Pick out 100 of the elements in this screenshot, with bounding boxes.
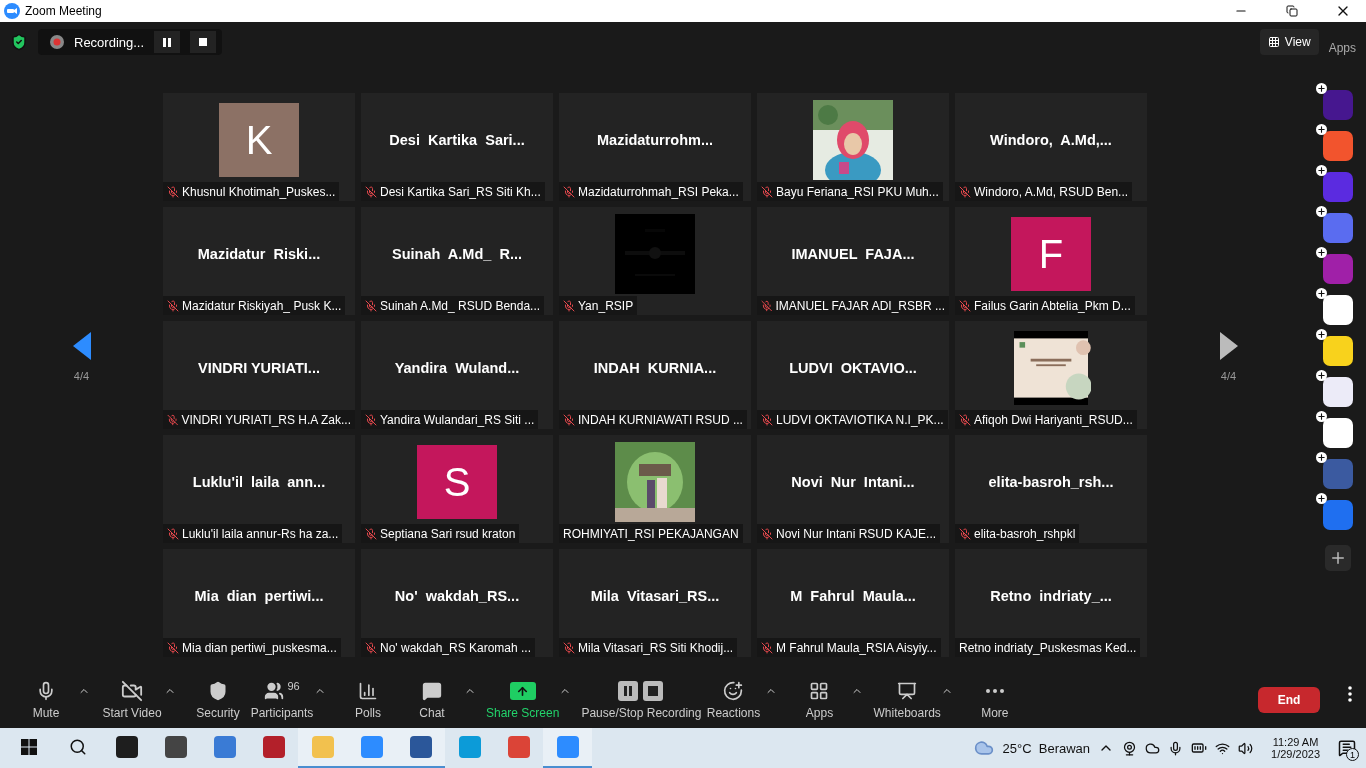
window-title: Zoom Meeting [25, 4, 103, 18]
bar-chart-icon [358, 681, 378, 701]
plus-icon [1329, 549, 1347, 567]
notifications-button[interactable]: 1 [1338, 739, 1356, 757]
chat-icon [422, 681, 442, 701]
cloud-sync-icon[interactable] [1145, 740, 1161, 756]
participant-label: LUDVI OKTAVIOTIKA N.I_PK... [776, 412, 944, 427]
restore-icon [1286, 5, 1298, 17]
toolbar-button[interactable]: Start Video [100, 680, 164, 720]
add-badge-icon[interactable] [1316, 83, 1327, 94]
options-icon[interactable] [1348, 686, 1352, 702]
notification-count: 1 [1346, 748, 1359, 761]
search-icon [68, 738, 87, 756]
apps-label: Apps [1328, 41, 1356, 55]
app-icon [213, 736, 236, 758]
stop-icon [199, 38, 208, 46]
participant-label: Luklu'il laila annur-Rs ha za... [182, 526, 339, 541]
cloud-icon[interactable] [974, 738, 995, 758]
participant-label: Desi Kartika Sari_RS Siti Kh... [380, 184, 541, 199]
add-badge-icon[interactable] [1316, 493, 1327, 504]
date-text: 1/29/2023 [1271, 748, 1320, 760]
toolbar-button[interactable]: Chat [400, 680, 464, 720]
participant-label: Mia dian pertiwi_puskesma... [182, 640, 337, 655]
participant-name: Novi Nur Intani... [791, 474, 915, 490]
avatar: S [417, 445, 497, 519]
weather-text[interactable]: 25°C Berawan [1002, 740, 1091, 756]
participant-name: Mazidaturrohm... [597, 132, 713, 148]
add-badge-icon[interactable] [1316, 411, 1327, 422]
app-icon [311, 736, 334, 758]
toolbar-button[interactable]: Share Screen [486, 680, 560, 720]
pause-icon [163, 37, 172, 47]
avatar: K [219, 103, 299, 177]
participant-name: No' wakdah_RS... [394, 588, 520, 604]
stop-button[interactable] [190, 31, 217, 53]
taskbar-app[interactable] [396, 728, 445, 768]
smiley-icon [723, 681, 744, 701]
participant-label: M Fahrul Maula_RSIA Aisyiy... [776, 640, 937, 655]
toolbar-button[interactable]: More [962, 680, 1027, 720]
pause-button[interactable] [154, 31, 181, 53]
participant-label: No' wakdah_RS Karomah ... [380, 640, 532, 655]
participant-name: IMANUEL FAJA... [791, 246, 915, 262]
participant-label: Novi Nur Intani RSUD KAJE... [776, 526, 937, 541]
toolbar-button[interactable]: Pause/Stop Recording [581, 680, 702, 720]
kebab-icon [1348, 686, 1352, 702]
app-icon [409, 736, 432, 758]
app-icon[interactable] [1323, 377, 1353, 407]
apps-icon [809, 681, 830, 701]
view-button[interactable]: View [1259, 29, 1319, 55]
participant-name: INDAH KURNIA... [593, 360, 717, 376]
toolbar-button[interactable]: Polls [336, 680, 400, 720]
app-icon[interactable] [1323, 295, 1353, 325]
avatar: F [1011, 217, 1091, 291]
clock[interactable]: 11:29 AM 1/29/2023 [1271, 736, 1320, 760]
participant-label: VINDRI YURIATI_RS H.A Zak... [181, 412, 351, 427]
participant-name: Suinah A.Md_ R... [392, 246, 522, 262]
previous-page-icon[interactable] [72, 332, 91, 360]
toolbar-button[interactable]: Apps [787, 680, 852, 720]
toolbar-button[interactable]: 96 Participants [250, 680, 314, 720]
add-badge-icon[interactable] [1316, 370, 1327, 381]
add-badge-icon[interactable] [1316, 124, 1327, 135]
recording-label: Recording... [74, 34, 145, 50]
participant-label: Mazidatur Riskiyah_ Pusk K... [182, 298, 342, 313]
participant-label: Bayu Feriana_RSI PKU Muh... [776, 184, 939, 199]
grid-icon [1267, 36, 1280, 48]
add-badge-icon[interactable] [1316, 165, 1327, 176]
battery-icon[interactable] [1191, 740, 1208, 756]
app-icon [556, 736, 579, 758]
add-app-button[interactable] [1325, 545, 1351, 571]
participant-label: INDAH KURNIAWATI RSUD ... [578, 412, 743, 427]
end-button[interactable]: End [1258, 687, 1320, 713]
app-icon [360, 736, 383, 758]
toolbar-button[interactable]: Security [186, 680, 250, 720]
volume-icon[interactable] [1238, 740, 1254, 756]
participant-label: Yandira Wulandari_RS Siti ... [380, 412, 535, 427]
shield-check-icon[interactable] [10, 33, 28, 51]
add-badge-icon[interactable] [1316, 288, 1327, 299]
participant-name: Yandira Wuland... [394, 360, 520, 376]
participant-name: elita-basroh_rsh... [988, 474, 1114, 490]
participant-name: Windoro, A.Md,... [990, 132, 1112, 148]
camera-icon[interactable] [1122, 740, 1138, 756]
participants-icon [264, 681, 285, 701]
add-badge-icon[interactable] [1316, 206, 1327, 217]
participant-name: Mila Vitasari_RS... [590, 588, 720, 604]
add-badge-icon[interactable] [1316, 329, 1327, 340]
app-icon[interactable] [1323, 336, 1353, 366]
participant-name: Desi Kartika Sari... [389, 132, 525, 148]
participant-label: IMANUEL FAJAR ADI_RSBR ... [775, 298, 945, 313]
toolbar-button[interactable]: Reactions [701, 680, 766, 720]
toolbar-button[interactable]: Mute [14, 680, 78, 720]
participant-label: ROHMIYATI_RSI PEKAJANGAN [563, 526, 739, 541]
microphone-icon[interactable] [1168, 740, 1184, 756]
app-icon [164, 736, 187, 758]
wifi-icon[interactable] [1215, 740, 1231, 756]
page-indicator: 4/4 [73, 370, 90, 382]
app-icon[interactable] [1323, 418, 1353, 448]
toolbar-button[interactable]: Whiteboards [873, 680, 941, 720]
next-page-icon[interactable] [1219, 332, 1238, 360]
app-icon [262, 736, 285, 758]
add-badge-icon[interactable] [1316, 247, 1327, 258]
add-badge-icon[interactable] [1316, 452, 1327, 463]
